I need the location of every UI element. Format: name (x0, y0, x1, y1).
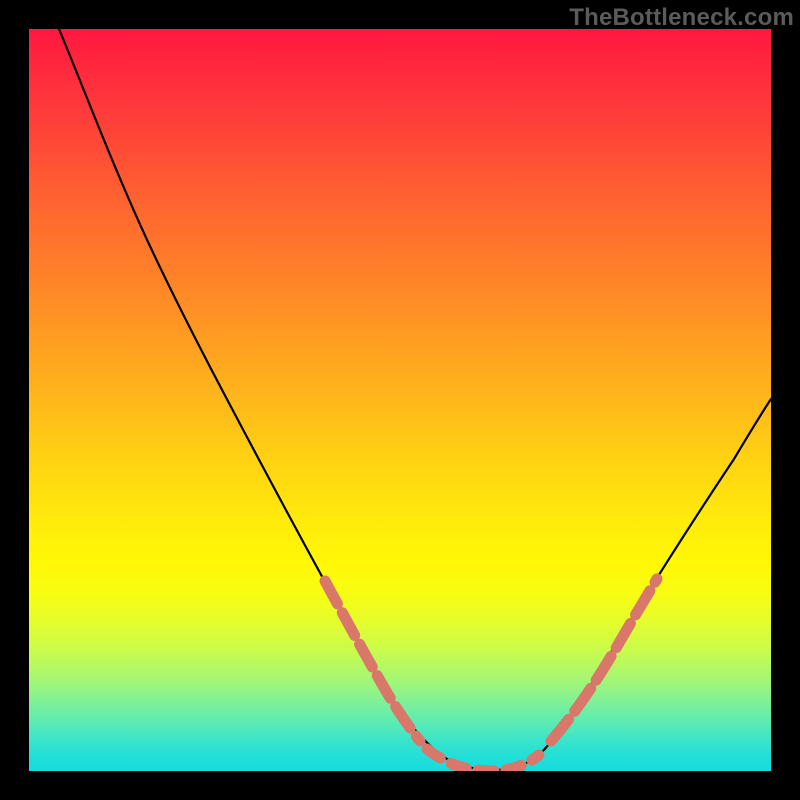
highlight-trough (427, 749, 539, 771)
highlight-group (325, 579, 657, 771)
bottleneck-curve (59, 29, 771, 770)
curve-overlay (29, 29, 771, 771)
chart-frame (29, 29, 771, 771)
highlight-right-ascent (551, 579, 657, 741)
highlight-left-descent (325, 581, 420, 741)
watermark-label: TheBottleneck.com (569, 4, 794, 32)
